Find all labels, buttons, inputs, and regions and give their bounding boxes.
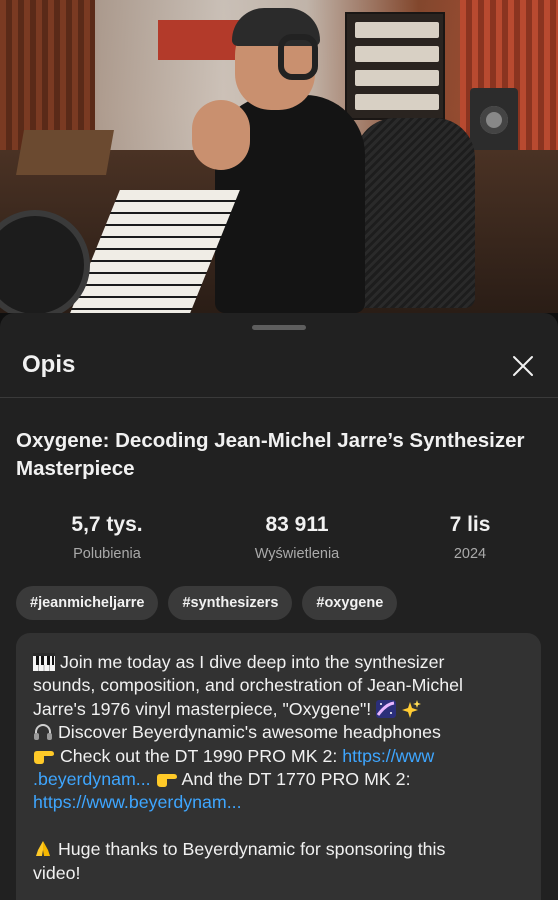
pointing-right-emoji (156, 774, 177, 788)
description-text: Check out the DT 1990 PRO MK 2: (59, 745, 343, 766)
pointing-right-emoji (34, 750, 54, 764)
description-line: sounds, composition, and orchestration o… (33, 675, 463, 696)
views-count: 83 911 (265, 513, 329, 536)
likes-count: 5,7 tys. (71, 513, 143, 536)
sheet-header: Opis (0, 339, 558, 397)
likes-stat: 5,7 tys. Polubienia (40, 513, 174, 562)
description-line: Check out the DT 1990 PRO MK 2: https://… (33, 745, 525, 768)
description-line: https://www.beyerdynam... (33, 791, 525, 814)
headphones-emoji (34, 724, 52, 741)
description-line: video! (33, 862, 81, 883)
close-button[interactable] (504, 347, 542, 385)
folded-hands-emoji (36, 841, 50, 857)
publish-date-day: 7 lis (449, 513, 491, 536)
video-frame-speaker (470, 88, 518, 158)
video-player[interactable] (0, 0, 558, 313)
video-frame-synth (16, 130, 114, 175)
description-line: Discover Beyerdynamic's awesome headphon… (33, 721, 525, 744)
description-sheet: Opis Oxygene: Decoding Jean-Michel Jarre… (0, 313, 558, 900)
link-dt1990-continued[interactable]: .beyerdynam... (33, 769, 151, 789)
description-line: Huge thanks to Beyerdynamic for sponsori… (33, 838, 525, 861)
video-frame-headphones (278, 34, 318, 80)
sheet-title: Opis (22, 351, 76, 378)
milky-way-emoji (376, 699, 397, 718)
views-label: Wyświetlenia (254, 546, 340, 562)
header-divider (0, 397, 558, 398)
piano-emoji (33, 653, 55, 671)
likes-label: Polubienia (73, 546, 141, 562)
description-text: Discover Beyerdynamic's awesome headphon… (57, 722, 441, 743)
video-frame-chair (355, 118, 475, 308)
description-line: Join me today as I dive deep into the sy… (33, 651, 525, 674)
publish-date-year: 2024 (453, 546, 487, 562)
description-text: Huge thanks to Beyerdynamic for sponsori… (57, 839, 446, 860)
video-frame-synth-rack (345, 12, 445, 120)
description-box[interactable]: Join me today as I dive deep into the sy… (16, 633, 541, 900)
hashtag-list: #jeanmicheljarre #synthesizers #oxygene (16, 586, 398, 620)
views-stat: 83 911 Wyświetlenia (230, 513, 364, 562)
publish-date-stat: 7 lis 2024 (420, 513, 520, 562)
description-line: Jarre's 1976 vinyl masterpiece, "Oxygene… (33, 698, 525, 721)
link-dt1770[interactable]: https://www.beyerdynam... (33, 792, 242, 812)
video-stats: 5,7 tys. Polubienia 83 911 Wyświetlenia … (0, 513, 558, 573)
description-text: Jarre's 1976 vinyl masterpiece, "Oxygene… (33, 698, 372, 719)
hashtag-chip[interactable]: #jeanmicheljarre (16, 586, 159, 620)
sparkles-emoji (402, 699, 422, 718)
description-text: And the DT 1770 PRO MK 2: (181, 769, 411, 790)
video-frame-hand (192, 100, 250, 170)
description-line: .beyerdynam... And the DT 1770 PRO MK 2: (33, 768, 525, 791)
drag-handle[interactable] (252, 325, 306, 330)
link-dt1990[interactable]: https://www (342, 746, 434, 766)
hashtag-chip[interactable]: #synthesizers (168, 586, 293, 620)
close-icon (513, 356, 533, 376)
hashtag-chip[interactable]: #oxygene (302, 586, 398, 620)
video-title: Oxygene: Decoding Jean-Michel Jarre’s Sy… (16, 429, 525, 480)
description-text: Join me today as I dive deep into the sy… (59, 652, 445, 672)
